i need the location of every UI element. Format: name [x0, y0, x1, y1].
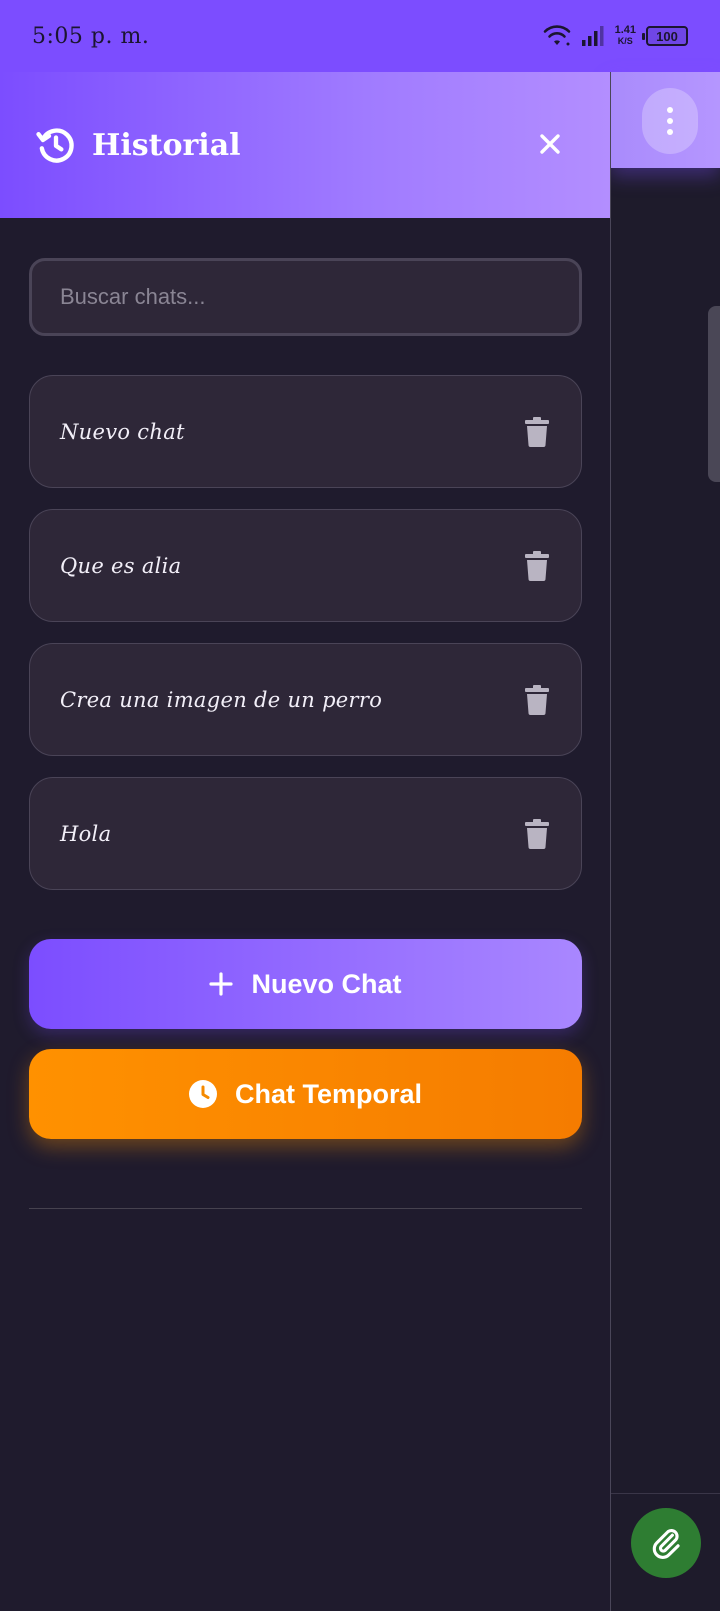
drawer-header: Historial	[0, 72, 610, 218]
signal-icon	[581, 26, 604, 46]
status-icons: 1.41 K/S 100	[543, 25, 688, 47]
battery-indicator: 100	[642, 26, 688, 46]
new-chat-button[interactable]: Nuevo Chat	[29, 939, 582, 1029]
trash-icon	[525, 684, 549, 715]
history-icon	[36, 128, 74, 163]
net-speed-value: 1.41	[614, 24, 636, 36]
chat-item[interactable]: Hola	[29, 777, 582, 890]
net-speed: 1.41 K/S	[615, 25, 636, 47]
close-drawer-button[interactable]	[534, 128, 566, 160]
search-input[interactable]	[60, 284, 551, 310]
plus-icon	[209, 972, 234, 996]
chat-item[interactable]: Que es alia	[29, 509, 582, 622]
chat-title: Nuevo chat	[60, 419, 185, 444]
drawer-divider	[29, 1208, 582, 1209]
trash-icon	[525, 550, 549, 581]
trash-icon	[525, 416, 549, 447]
input-bar-divider	[610, 1493, 720, 1494]
more-vert-dot	[667, 129, 673, 135]
attach-button[interactable]	[631, 1508, 701, 1578]
delete-chat-button[interactable]	[517, 412, 557, 452]
delete-chat-button[interactable]	[517, 546, 557, 586]
clock-icon	[188, 1080, 217, 1108]
history-drawer: Historial Nuevo chat Que es alia	[0, 72, 611, 1611]
chat-title: Crea una imagen de un perro	[60, 687, 383, 712]
new-chat-label: Nuevo Chat	[251, 968, 402, 999]
chat-item[interactable]: Nuevo chat	[29, 375, 582, 488]
paperclip-icon	[652, 1528, 680, 1559]
more-options-button[interactable]	[642, 88, 698, 154]
status-time: 5:05 p. m.	[32, 23, 150, 49]
close-icon	[540, 134, 560, 154]
delete-chat-button[interactable]	[517, 680, 557, 720]
more-vert-dot	[667, 118, 673, 124]
search-chats-field[interactable]	[29, 258, 582, 336]
net-speed-unit: K/S	[617, 36, 633, 46]
drawer-title: Historial	[92, 127, 241, 163]
chat-title: Hola	[60, 821, 112, 846]
side-handle[interactable]	[708, 306, 720, 482]
temp-chat-label: Chat Temporal	[234, 1078, 423, 1109]
wifi-icon	[543, 25, 570, 46]
more-vert-icon	[667, 107, 673, 113]
delete-chat-button[interactable]	[517, 814, 557, 854]
chat-title: Que es alia	[60, 553, 182, 578]
battery-level: 100	[656, 28, 678, 44]
trash-icon	[525, 818, 549, 849]
chat-item[interactable]: Crea una imagen de un perro	[29, 643, 582, 756]
status-bar: 5:05 p. m. 1.41 K/S 100	[0, 0, 720, 72]
temporary-chat-button[interactable]: Chat Temporal	[29, 1049, 582, 1139]
